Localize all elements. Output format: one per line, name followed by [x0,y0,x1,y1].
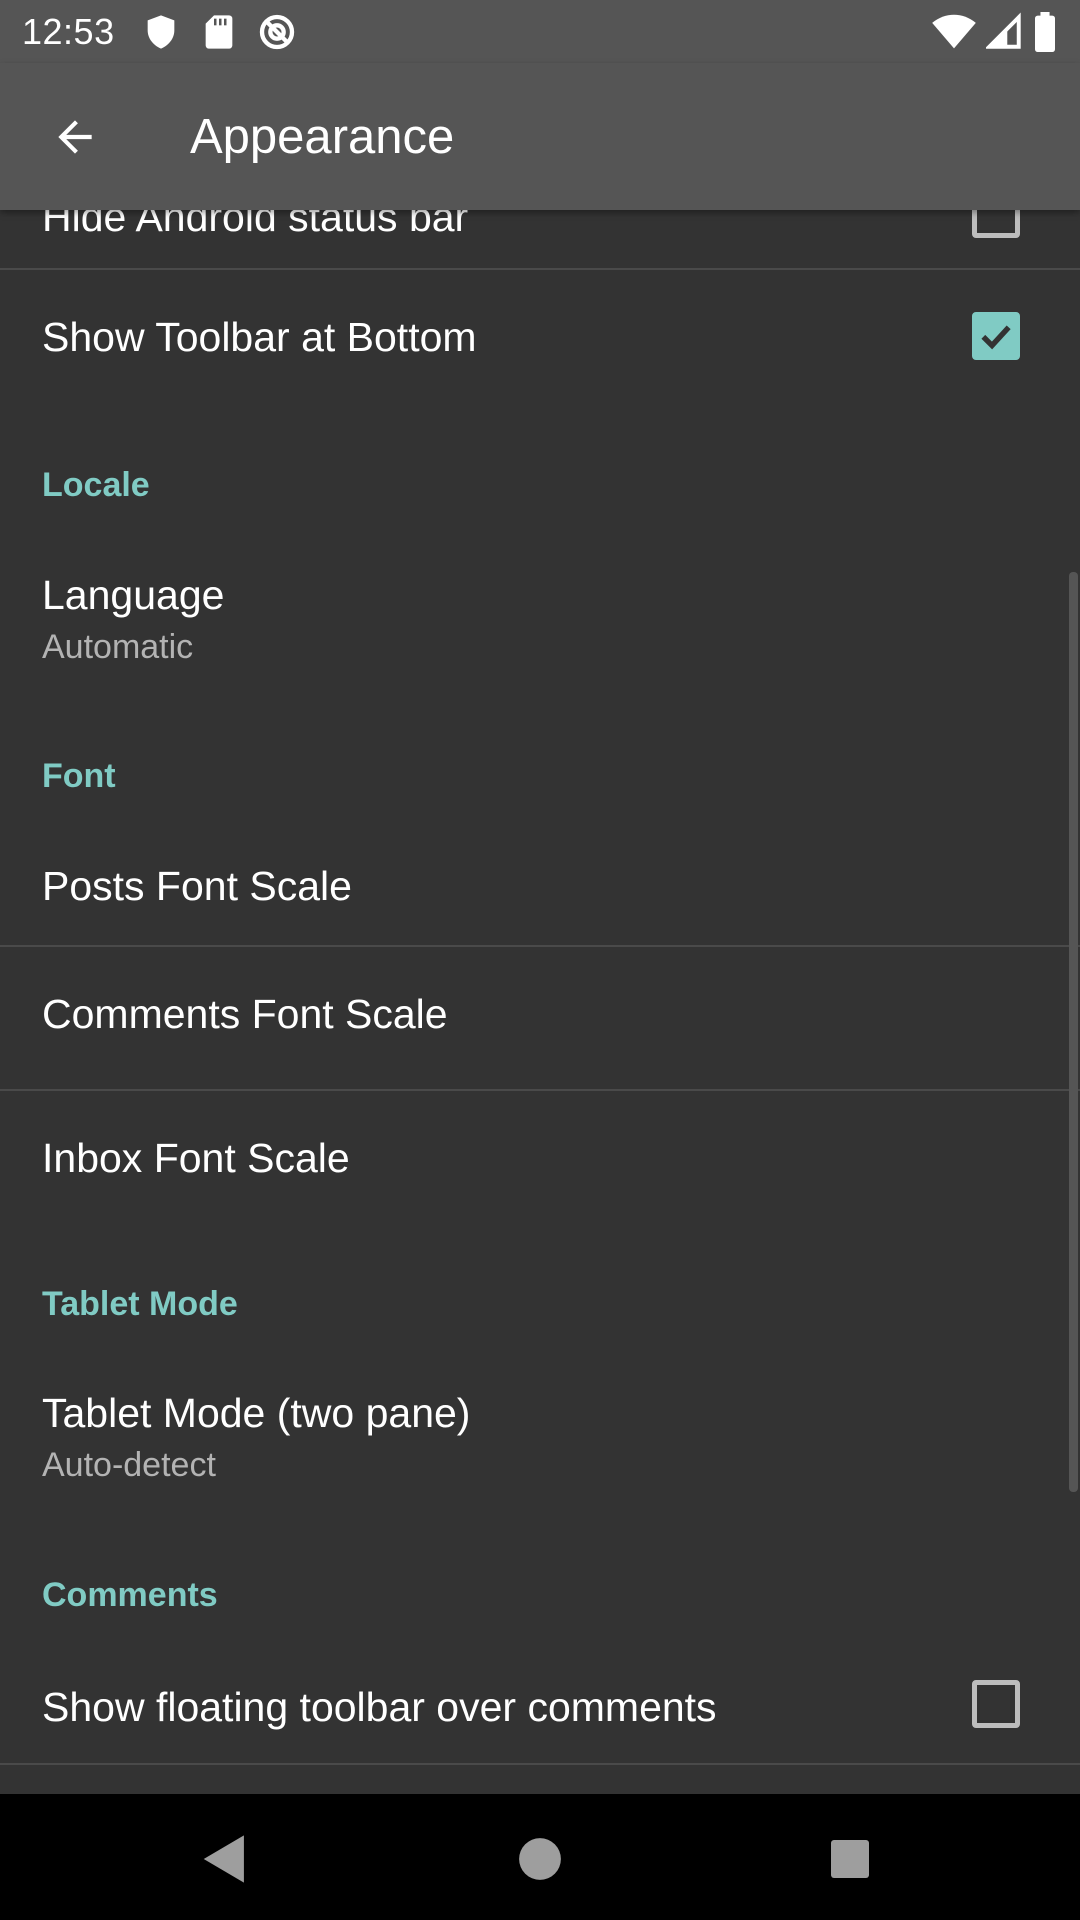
section-header-comments: Comments [42,1576,218,1614]
arrow-back-icon [58,119,92,154]
nav-home-icon [519,1838,561,1880]
setting-language[interactable]: Language Automatic [0,532,1080,692]
signal-icon [986,12,1021,49]
setting-label: Inbox Font Scale [42,1135,350,1181]
nav-recents-icon [831,1840,869,1878]
setting-inbox-font-scale[interactable]: Inbox Font Scale [0,1091,1080,1233]
setting-show-toolbar-bottom[interactable]: Show Toolbar at Bottom [0,270,1080,412]
scrollbar[interactable] [1069,572,1078,1492]
setting-floating-toolbar[interactable]: Show floating toolbar over comments [0,1640,1080,1782]
setting-label: Show floating toolbar over comments [42,1684,717,1730]
back-button[interactable] [2,64,148,210]
status-right-icons [932,11,1058,52]
status-bar: 12:53 [0,0,1080,63]
setting-comments-font-scale[interactable]: Comments Font Scale [0,947,1080,1089]
show-toolbar-bottom-checkbox[interactable] [972,312,1020,360]
setting-label: Posts Font Scale [42,863,352,909]
settings-list[interactable]: Hide Android status bar Show Toolbar at … [0,210,1080,1794]
nav-back-icon [203,1835,244,1883]
battery-icon [1035,11,1055,52]
setting-tablet-mode[interactable]: Tablet Mode (two pane) Auto-detect [0,1350,1080,1510]
page-title: Appearance [190,109,455,164]
nav-back-button[interactable] [190,1824,260,1894]
hide-status-bar-checkbox[interactable] [972,210,1020,238]
nav-home-button[interactable] [505,1824,575,1894]
setting-label: Show Toolbar at Bottom [42,314,477,360]
setting-label: Tablet Mode (two pane) [42,1390,471,1436]
setting-label: Hide Android status bar [42,210,469,240]
app-bar: Appearance [0,63,1080,210]
section-header-font: Font [42,757,116,795]
sd-card-icon [205,14,232,49]
setting-label: Comments Font Scale [42,991,448,1037]
section-header-tablet-mode: Tablet Mode [42,1285,238,1323]
setting-value: Automatic [42,628,194,666]
check-icon [981,325,1011,350]
section-header-locale: Locale [42,466,150,504]
nav-recents-button[interactable] [815,1824,885,1894]
setting-value: Auto-detect [42,1446,216,1484]
wifi-icon [932,14,976,48]
shield-icon [147,14,174,49]
navigation-bar [0,1794,1080,1920]
divider [0,1763,1080,1765]
status-time: 12:53 [22,10,115,52]
setting-label: Language [42,572,225,618]
setting-posts-font-scale[interactable]: Posts Font Scale [0,818,1080,954]
floating-toolbar-checkbox[interactable] [972,1680,1020,1728]
at-sign-icon [259,14,294,49]
